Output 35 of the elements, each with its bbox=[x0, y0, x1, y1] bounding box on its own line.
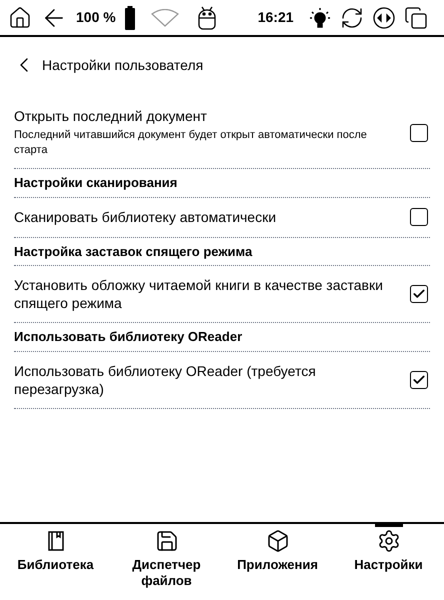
check-icon bbox=[412, 372, 426, 386]
setting-label: Использовать библиотеку OReader (требуется перезагрузка) bbox=[14, 362, 317, 398]
nav-tab[interactable]: Диспетчер файлов bbox=[111, 524, 222, 600]
cube-icon bbox=[266, 529, 290, 553]
nav-tab[interactable]: Приложения bbox=[222, 524, 333, 600]
checkbox[interactable] bbox=[410, 208, 428, 226]
nav-tab[interactable]: Библиотека bbox=[0, 524, 111, 600]
nav-label: Настройки bbox=[353, 557, 424, 573]
setting-description: Последний читавшийся документ будет открыт автоматически после старта bbox=[14, 128, 368, 158]
checkbox[interactable] bbox=[410, 124, 428, 142]
section-header: Настройки сканирования bbox=[14, 169, 430, 198]
setting-label: Сканировать библиотеку автоматически bbox=[14, 208, 276, 226]
nav-label: Библиотека bbox=[16, 557, 95, 573]
checkbox[interactable] bbox=[410, 370, 428, 388]
nav-label: Приложения bbox=[236, 557, 319, 573]
android-icon bbox=[196, 6, 218, 30]
clock: 16:21 bbox=[258, 8, 294, 27]
refresh-icon[interactable] bbox=[340, 6, 364, 30]
circle-arrows-icon[interactable] bbox=[372, 6, 396, 30]
lightbulb-icon[interactable] bbox=[308, 6, 332, 30]
nav-tab[interactable]: Настройки bbox=[333, 524, 444, 600]
nav-label: Диспетчер файлов bbox=[131, 557, 202, 589]
battery-icon bbox=[124, 6, 136, 30]
wifi-icon bbox=[150, 8, 180, 26]
battery-percentage: 100 % bbox=[76, 8, 116, 27]
check-icon bbox=[412, 287, 426, 301]
home-icon[interactable] bbox=[8, 6, 32, 30]
setting-label: Открыть последний документ bbox=[14, 107, 208, 125]
page-title: Настройки пользователя bbox=[42, 56, 204, 75]
settings-icon bbox=[376, 529, 400, 553]
section-header: Настройка заставок спящего режима bbox=[14, 238, 430, 266]
checkbox[interactable] bbox=[410, 285, 428, 303]
setting-label: Установить обложку читаемой книги в качестве заставки спящего режима bbox=[14, 276, 384, 312]
copy-icon[interactable] bbox=[404, 6, 428, 30]
section-header: Использовать библиотеку OReader bbox=[14, 323, 430, 352]
